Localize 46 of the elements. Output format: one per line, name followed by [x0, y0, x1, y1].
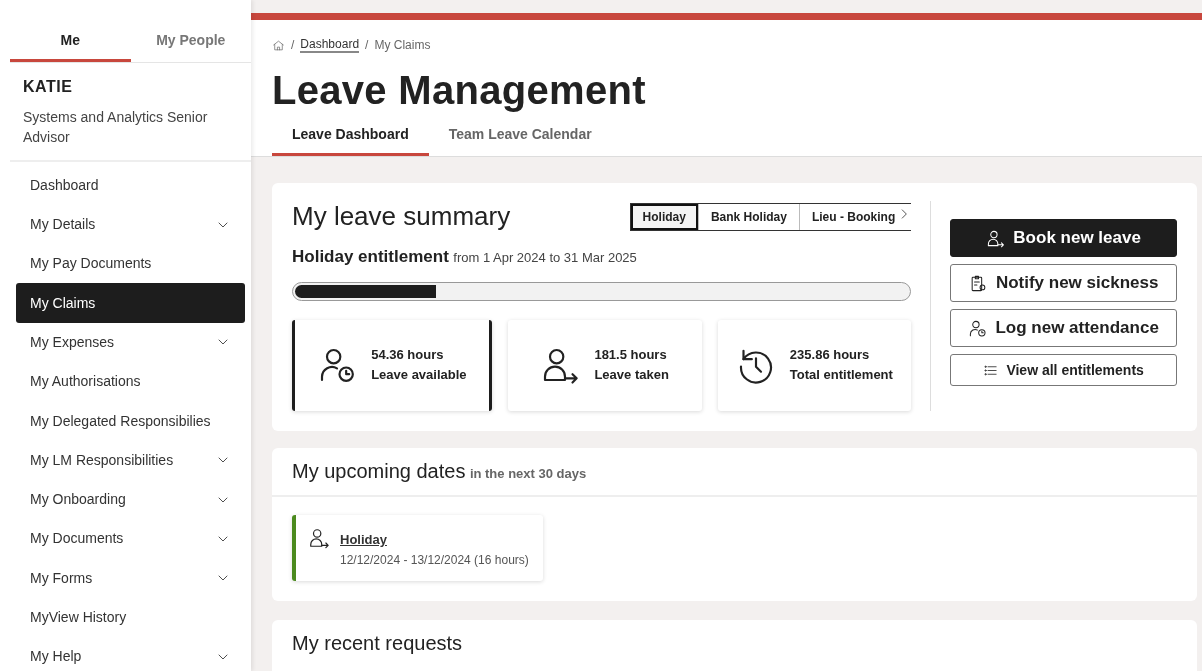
sidebar-item[interactable]: My Forms [16, 558, 245, 598]
sidebar-item[interactable]: My Authorisations [16, 362, 245, 402]
sidebar-item[interactable]: My Delegated Responsibilies [16, 401, 245, 441]
sidebar-item[interactable]: My Pay Documents [16, 244, 245, 284]
breadcrumb-current: My Claims [374, 37, 431, 54]
stat-label: Total entitlement [789, 366, 893, 385]
sidebar-item[interactable]: My Claims [16, 283, 245, 323]
user-name: KATIE [23, 77, 74, 97]
sidebar-item[interactable]: My Onboarding [16, 479, 245, 520]
entitlement-heading: Holiday entitlement from 1 Apr 2024 to 31 Mar 2025 [292, 246, 638, 269]
page-tab[interactable]: Leave Dashboard [272, 124, 429, 156]
list-icon [983, 362, 999, 378]
person-arrow-icon [308, 526, 330, 549]
section-title: My leave summary [292, 201, 511, 233]
stat-label: Leave taken [594, 366, 669, 385]
user-role: Systems and Analytics Senior Advisor [23, 108, 209, 148]
sidebar-item[interactable]: My Help [16, 637, 245, 671]
section-title: My upcoming dates in the next 30 days [272, 447, 1197, 497]
breadcrumb-link[interactable]: Dashboard [300, 36, 360, 54]
leave-type-tab[interactable]: Holiday [630, 203, 699, 230]
stat-value: 54.36 hours [371, 346, 445, 365]
sidebar-item[interactable]: Dashboard [16, 165, 245, 205]
page-tab[interactable]: Team Leave Calendar [428, 124, 612, 156]
breadcrumb-separator: / [291, 37, 295, 54]
sidebar-item[interactable]: My LM Responsibilities [16, 440, 245, 480]
stat-value: 181.5 hours [594, 346, 668, 365]
sidebar-item[interactable]: MyView History [16, 597, 245, 638]
date-link[interactable]: Holiday [340, 531, 387, 547]
home-icon[interactable] [272, 38, 285, 52]
person-clock-icon [968, 318, 988, 338]
sidebar-item[interactable]: My Documents [16, 519, 245, 559]
person-arrow-icon [986, 228, 1006, 248]
action-button[interactable]: Log new attendance [950, 309, 1177, 347]
action-button[interactable]: View all entitlements [950, 354, 1177, 386]
sidebar-tab[interactable]: Me [10, 0, 131, 62]
section-title: My recent requests [292, 630, 464, 656]
action-button[interactable]: Notify new sickness [950, 264, 1177, 302]
stat-label: Leave available [371, 366, 467, 385]
breadcrumb-separator: / [365, 37, 369, 54]
book-leave-button[interactable]: Book new leave [950, 219, 1177, 257]
sidebar-tab[interactable]: My People [130, 0, 251, 62]
sidebar-item[interactable]: My Details [16, 204, 245, 245]
sidebar-item[interactable]: My Expenses [16, 322, 245, 363]
date-range: 12/12/2024 - 13/12/2024 (16 hours) [340, 551, 529, 569]
stat-value: 235.86 hours [789, 346, 871, 365]
page-title: Leave Management [272, 67, 647, 114]
